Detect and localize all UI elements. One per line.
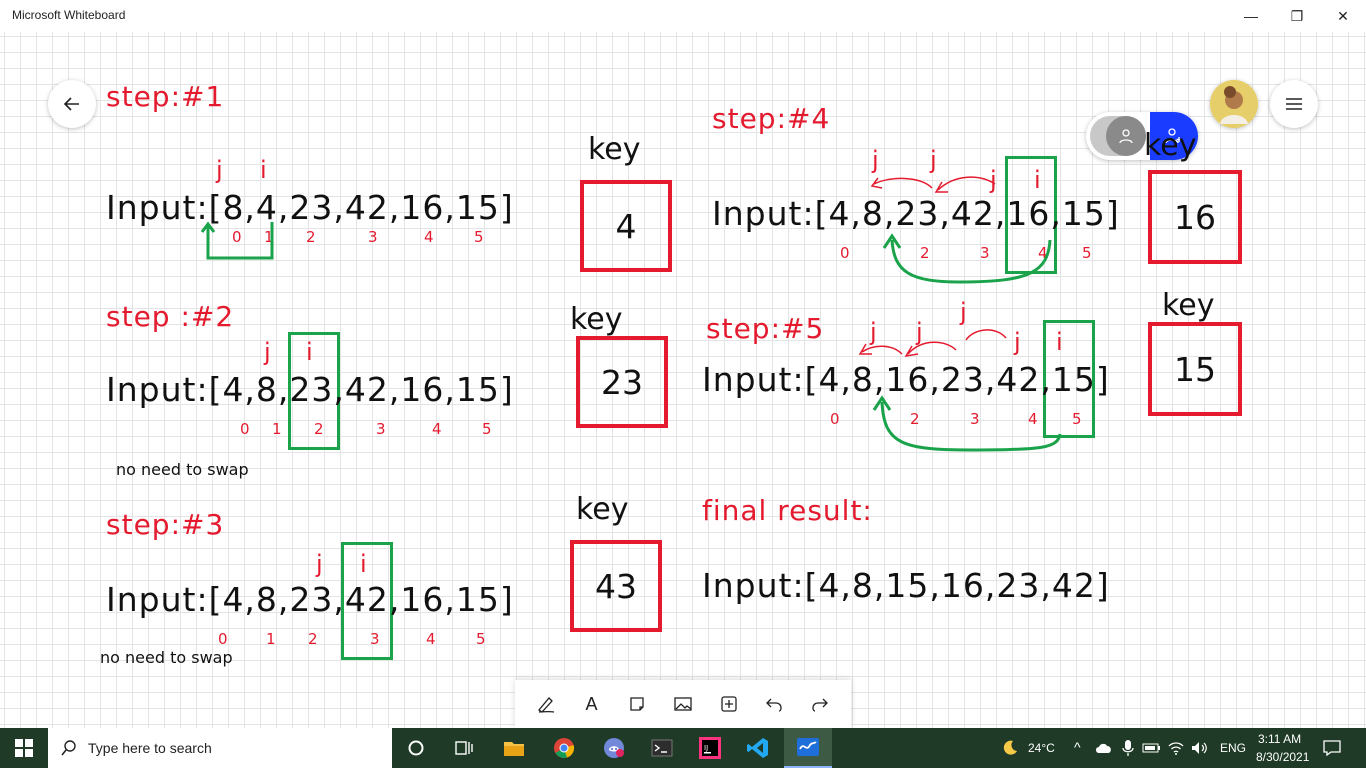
step3-index: 5 bbox=[476, 630, 486, 648]
step1-j: j bbox=[216, 156, 223, 184]
redo-icon[interactable] bbox=[805, 689, 835, 719]
search-placeholder: Type here to search bbox=[88, 740, 212, 756]
step3-key-box: 43 bbox=[570, 540, 662, 632]
step4-input: Input:[4,8,23,42,16,15] bbox=[712, 194, 1120, 233]
avatar[interactable] bbox=[1210, 80, 1258, 128]
step1-key-label: key bbox=[588, 132, 641, 167]
discord-icon[interactable] bbox=[590, 728, 638, 768]
step4-label: step:#4 bbox=[712, 102, 831, 135]
person-icon bbox=[1106, 116, 1146, 156]
title-bar: Microsoft Whiteboard — ❐ ✕ bbox=[0, 0, 1366, 32]
step5-label: step:#5 bbox=[706, 312, 825, 345]
step3-index: 3 bbox=[370, 630, 380, 648]
step2-j: j bbox=[264, 338, 271, 366]
image-icon[interactable] bbox=[668, 689, 698, 719]
weather-temp: 24°C bbox=[1028, 741, 1055, 755]
step2-index: 5 bbox=[482, 420, 492, 438]
notification-icon[interactable] bbox=[1312, 728, 1352, 768]
step1-index: 3 bbox=[368, 228, 378, 246]
step3-note: no need to swap bbox=[100, 648, 233, 667]
step1-index: 4 bbox=[424, 228, 434, 246]
file-explorer-icon[interactable] bbox=[490, 728, 538, 768]
close-button[interactable]: ✕ bbox=[1320, 0, 1366, 32]
back-button[interactable] bbox=[48, 80, 96, 128]
hamburger-icon bbox=[1286, 98, 1302, 110]
step2-index: 4 bbox=[432, 420, 442, 438]
menu-button[interactable] bbox=[1270, 80, 1318, 128]
step1-input: Input:[8,4,23,42,16,15] bbox=[106, 188, 514, 227]
step4-insert-arrow bbox=[882, 233, 1052, 284]
step5-j: j bbox=[960, 298, 967, 326]
step5-index: 0 bbox=[830, 410, 840, 428]
step3-index: 2 bbox=[308, 630, 318, 648]
svg-text:IJ: IJ bbox=[704, 744, 708, 752]
step1-index: 5 bbox=[474, 228, 484, 246]
step5-key-box: 15 bbox=[1148, 322, 1242, 416]
app-title: Microsoft Whiteboard bbox=[12, 8, 126, 22]
clock-date[interactable]: 8/30/2021 bbox=[1256, 750, 1309, 764]
whiteboard-canvas[interactable]: step:#1 j i Input:[8,4,23,42,16,15] 0 1 … bbox=[0, 32, 1366, 728]
step3-index: 4 bbox=[426, 630, 436, 648]
step3-input: Input:[4,8,23,42,16,15] bbox=[106, 580, 514, 619]
chrome-icon[interactable] bbox=[540, 728, 588, 768]
step5-insert-arrow bbox=[872, 395, 1062, 452]
cortana-icon[interactable] bbox=[392, 728, 440, 768]
volume-icon[interactable] bbox=[1180, 728, 1220, 768]
vscode-icon[interactable] bbox=[734, 728, 782, 768]
start-button[interactable] bbox=[0, 728, 48, 768]
step4-key-label: key bbox=[1144, 128, 1197, 163]
terminal-icon[interactable] bbox=[638, 728, 686, 768]
step3-j: j bbox=[316, 550, 323, 578]
step2-index: 1 bbox=[272, 420, 282, 438]
step5-shift-arrows bbox=[858, 329, 1007, 358]
taskbar: Type here to search IJ 24°C ^ ENG 3:11 A… bbox=[0, 728, 1366, 768]
language-indicator[interactable]: ENG bbox=[1220, 741, 1246, 755]
step2-index: 3 bbox=[376, 420, 386, 438]
minimize-button[interactable]: — bbox=[1228, 0, 1274, 32]
whiteboard-app-icon[interactable] bbox=[784, 728, 832, 768]
step4-key-box: 16 bbox=[1148, 170, 1242, 264]
insert-icon[interactable] bbox=[714, 689, 744, 719]
intellij-icon[interactable]: IJ bbox=[686, 728, 734, 768]
clock-time[interactable]: 3:11 AM bbox=[1258, 732, 1301, 746]
step2-index: 2 bbox=[314, 420, 324, 438]
step2-note: no need to swap bbox=[116, 460, 249, 479]
step1-i: i bbox=[260, 156, 267, 184]
step3-index: 0 bbox=[218, 630, 228, 648]
step1-index: 2 bbox=[306, 228, 316, 246]
step1-swap-arrow bbox=[200, 221, 274, 260]
step2-key-box: 23 bbox=[576, 336, 668, 428]
step5-key-label: key bbox=[1162, 288, 1215, 323]
chevron-up-icon[interactable]: ^ bbox=[1074, 739, 1081, 755]
step2-index: 0 bbox=[240, 420, 250, 438]
step2-label: step :#2 bbox=[106, 300, 235, 333]
taskbar-search[interactable]: Type here to search bbox=[48, 728, 392, 768]
step1-key-box: 4 bbox=[580, 180, 672, 272]
step4-index: 5 bbox=[1082, 244, 1092, 262]
step3-key-label: key bbox=[576, 492, 629, 527]
task-view-icon[interactable] bbox=[440, 728, 488, 768]
final-result-input: Input:[4,8,15,16,23,42] bbox=[702, 566, 1110, 605]
note-icon[interactable] bbox=[622, 689, 652, 719]
step4-index: 0 bbox=[840, 244, 850, 262]
undo-icon[interactable] bbox=[759, 689, 789, 719]
step2-input: Input:[4,8,23,42,16,15] bbox=[106, 370, 514, 409]
text-icon[interactable]: A bbox=[577, 689, 607, 719]
search-icon bbox=[61, 740, 76, 756]
arrow-left-icon bbox=[63, 97, 79, 111]
moon-icon[interactable] bbox=[986, 728, 1034, 768]
step3-index: 1 bbox=[266, 630, 276, 648]
step2-key-label: key bbox=[570, 302, 623, 337]
step5-index: 5 bbox=[1072, 410, 1082, 428]
whiteboard-toolbar: A bbox=[515, 680, 851, 728]
windows-icon bbox=[15, 739, 33, 757]
step1-label: step:#1 bbox=[106, 80, 225, 113]
step3-label: step:#3 bbox=[106, 508, 225, 541]
pen-icon[interactable] bbox=[531, 689, 561, 719]
maximize-button[interactable]: ❐ bbox=[1274, 0, 1320, 32]
final-result-label: final result: bbox=[702, 494, 873, 527]
